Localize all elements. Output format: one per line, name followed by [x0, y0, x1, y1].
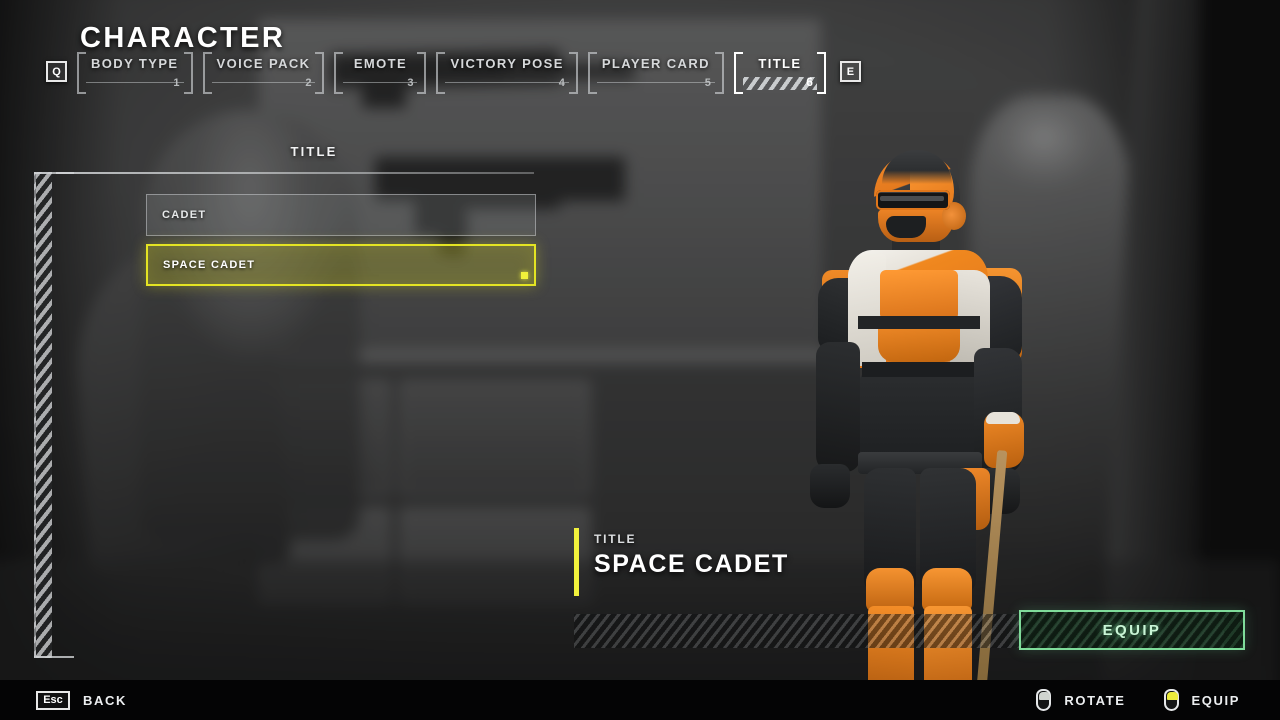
mouse-button-highlight: [1166, 692, 1178, 700]
tab-victory-pose[interactable]: VICTORY POSE 4: [436, 52, 578, 94]
bracket-left: [77, 52, 86, 94]
tab-voice-pack[interactable]: VOICE PACK 2: [202, 52, 325, 94]
bracket-left: [202, 52, 212, 94]
tab-label: VICTORY POSE: [450, 56, 564, 71]
bracket-left: [587, 52, 597, 94]
ui-overlay: CHARACTER Q BODY TYPE 1 VOICE PACK 2 EMO…: [0, 0, 1280, 720]
tab-label: BODY TYPE: [91, 56, 179, 71]
bracket-right: [315, 52, 325, 94]
tab-body-type[interactable]: BODY TYPE 1: [77, 52, 193, 94]
tab-label: EMOTE: [353, 56, 408, 71]
category-tab-bar: Q BODY TYPE 1 VOICE PACK 2 EMOTE 3 VICTO…: [46, 52, 861, 94]
info-value: SPACE CADET: [594, 550, 789, 578]
list-item[interactable]: CADET: [146, 194, 536, 236]
tab-rule: [445, 82, 569, 83]
hud-actions: ROTATE EQUIP: [998, 689, 1240, 711]
game-screen: CHARACTER Q BODY TYPE 1 VOICE PACK 2 EMO…: [0, 0, 1280, 720]
equip-button-label: EQUIP: [1102, 621, 1162, 639]
list-item-label: SPACE CADET: [163, 259, 256, 271]
esc-key-icon[interactable]: Esc: [36, 690, 70, 710]
tab-number: 3: [407, 77, 414, 89]
equip-button[interactable]: EQUIP: [1019, 610, 1245, 650]
hud-rotate-label: ROTATE: [1064, 692, 1126, 708]
selected-marker-icon: [521, 272, 528, 279]
tab-rule: [596, 82, 715, 83]
bracket-left: [436, 52, 446, 94]
tab-label: TITLE: [758, 56, 802, 71]
tab-label: PLAYER CARD: [601, 56, 710, 71]
bracket-right: [417, 52, 427, 94]
tab-label: VOICE PACK: [216, 56, 311, 71]
bracket-left: [733, 52, 743, 94]
scrollbar-cap-bottom: [34, 656, 74, 658]
hud-equip-action[interactable]: EQUIP: [1163, 689, 1240, 711]
scrollbar-cap-top: [34, 172, 74, 174]
tab-number: 6: [806, 75, 813, 89]
tab-title[interactable]: TITLE 6: [733, 52, 826, 94]
selected-item-info: TITLE SPACE CADET: [574, 528, 934, 596]
title-list: CADET SPACE CADET: [146, 194, 536, 294]
tab-number: 5: [704, 77, 711, 89]
bracket-right: [816, 52, 826, 94]
bracket-right: [714, 52, 724, 94]
tab-number: 1: [173, 77, 180, 89]
mouse-icon: [1163, 689, 1179, 711]
bracket-left: [334, 52, 344, 94]
tab-emote[interactable]: EMOTE 3: [334, 52, 427, 94]
list-item[interactable]: SPACE CADET: [146, 244, 536, 286]
tab-rule: [211, 82, 316, 83]
scrollbar-track[interactable]: [34, 172, 52, 658]
hud-equip-label: EQUIP: [1191, 692, 1240, 708]
hud-back-label: BACK: [83, 692, 127, 708]
tab-number: 2: [305, 77, 312, 89]
tab-number: 4: [558, 77, 565, 89]
mouse-button-highlight: [1039, 692, 1051, 700]
hud-rotate-action[interactable]: ROTATE: [1036, 689, 1125, 711]
page-title: CHARACTER: [80, 22, 286, 54]
panel-top-divider: [56, 172, 534, 174]
tab-player-card[interactable]: PLAYER CARD 5: [587, 52, 724, 94]
accent-bar: [574, 528, 579, 596]
item-list-panel: TITLE CADET SPACE CADET: [34, 144, 536, 658]
bottom-hud-bar: Esc BACK ROTATE EQUIP: [0, 680, 1280, 720]
list-item-label: CADET: [162, 209, 207, 221]
tab-rule: [86, 82, 184, 83]
mouse-icon: [1036, 689, 1052, 711]
next-tab-key[interactable]: E: [839, 61, 861, 82]
info-label: TITLE: [594, 532, 637, 546]
prev-tab-key[interactable]: Q: [46, 61, 67, 82]
bracket-right: [183, 52, 193, 94]
bracket-right: [568, 52, 578, 94]
hud-back-action[interactable]: Esc BACK: [36, 690, 127, 710]
list-heading: TITLE: [290, 144, 338, 159]
